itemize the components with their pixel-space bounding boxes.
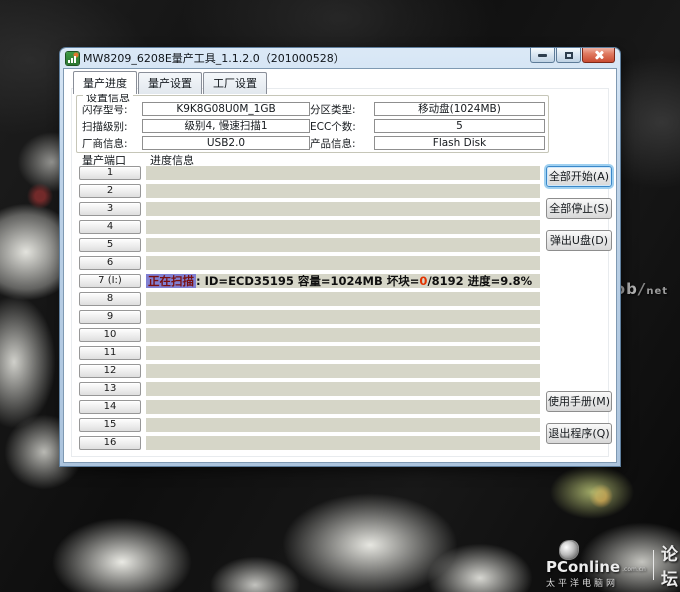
- user-manual-button[interactable]: 使用手册(M): [546, 391, 612, 412]
- progress-strip-6: [146, 256, 540, 270]
- client-area: 量产进度 量产设置 工厂设置 设置信息 闪存型号: K9K8G08U0M_1GB…: [63, 68, 617, 463]
- port-button-16[interactable]: 16: [79, 436, 141, 450]
- minimize-button[interactable]: [530, 48, 555, 63]
- tab-production-progress[interactable]: 量产进度: [73, 71, 137, 94]
- status-bad-blocks-value: 0: [419, 274, 427, 288]
- port-group-1: 1 2 3 4: [79, 166, 141, 234]
- flash-model-value: K9K8G08U0M_1GB: [142, 102, 310, 116]
- maximize-button[interactable]: [556, 48, 581, 63]
- port-group-2: 5 6 7 (I:) 8: [79, 238, 141, 306]
- close-icon: [594, 50, 604, 60]
- port-button-11[interactable]: 11: [79, 346, 141, 360]
- progress-strip-4: [146, 220, 540, 234]
- maximize-icon: [565, 52, 573, 59]
- vendor-info-label: 厂商信息:: [82, 136, 142, 151]
- partition-type-value: 移动盘(1024MB): [374, 102, 545, 116]
- vendor-info-value: USB2.0: [142, 136, 310, 150]
- pconline-globe-icon: [560, 541, 578, 559]
- port-button-14[interactable]: 14: [79, 400, 141, 414]
- pconline-brand: PConline: [546, 560, 620, 574]
- port-button-15[interactable]: 15: [79, 418, 141, 432]
- pconline-forum-label: 论坛: [661, 540, 680, 590]
- progress-strip-9: [146, 310, 540, 324]
- pconline-brand-suffix: .com.cn: [622, 566, 646, 574]
- start-all-button[interactable]: 全部开始(A): [546, 166, 612, 187]
- app-window: MW8209_6208E量产工具_1.1.2.0（201000528） 量产进度…: [60, 48, 620, 466]
- titlebar[interactable]: MW8209_6208E量产工具_1.1.2.0（201000528）: [60, 48, 620, 68]
- port-button-8[interactable]: 8: [79, 292, 141, 306]
- pconline-divider: [653, 550, 654, 580]
- scan-level-value: 级别4, 慢速扫描1: [142, 119, 310, 133]
- status-state-badge: 正在扫描: [146, 274, 196, 288]
- watermark-haob-separator: /: [639, 280, 645, 298]
- stop-all-button[interactable]: 全部停止(S): [546, 198, 612, 219]
- port-button-2[interactable]: 2: [79, 184, 141, 198]
- progress-strip-13: [146, 382, 540, 396]
- scan-level-label: 扫描级别:: [82, 119, 142, 134]
- port-button-4[interactable]: 4: [79, 220, 141, 234]
- watermark-haob-suffix: net: [646, 286, 668, 297]
- tab-factory-settings[interactable]: 工厂设置: [203, 72, 267, 94]
- progress-strip-7: 正在扫描: ID=ECD35195 容量=1024MB 坏块=0/8192 进度…: [146, 274, 540, 288]
- port-button-12[interactable]: 12: [79, 364, 141, 378]
- settings-grid: 闪存型号: K9K8G08U0M_1GB 分区类型: 移动盘(1024MB) 扫…: [77, 96, 548, 150]
- port-button-1[interactable]: 1: [79, 166, 141, 180]
- settings-groupbox: 设置信息 闪存型号: K9K8G08U0M_1GB 分区类型: 移动盘(1024…: [76, 95, 549, 153]
- product-info-label: 产品信息:: [310, 136, 374, 151]
- app-icon: [66, 52, 79, 65]
- tab-strip: 量产进度 量产设置 工厂设置: [73, 71, 268, 94]
- progress-strip-1: [146, 166, 540, 180]
- strip-group-2: 正在扫描: ID=ECD35195 容量=1024MB 坏块=0/8192 进度…: [146, 238, 540, 306]
- progress-strip-16: [146, 436, 540, 450]
- watermark-pconline: PConline .com.cn 太平洋电脑网 论坛: [546, 540, 680, 590]
- progress-strip-14: [146, 400, 540, 414]
- strip-group-3: [146, 310, 540, 378]
- port-button-3[interactable]: 3: [79, 202, 141, 216]
- close-button[interactable]: [582, 48, 615, 63]
- exit-program-button[interactable]: 退出程序(Q): [546, 423, 612, 444]
- port-group-3: 9 10 11 12: [79, 310, 141, 378]
- progress-strip-2: [146, 184, 540, 198]
- ecc-count-value: 5: [374, 119, 545, 133]
- port-group-4: 13 14 15 16: [79, 382, 141, 450]
- tab-production-settings[interactable]: 量产设置: [138, 72, 202, 94]
- window-title: MW8209_6208E量产工具_1.1.2.0（201000528）: [83, 50, 345, 66]
- progress-strip-10: [146, 328, 540, 342]
- status-detail-text: : ID=ECD35195 容量=1024MB 坏块=: [196, 274, 419, 288]
- port-button-6[interactable]: 6: [79, 256, 141, 270]
- port-button-5[interactable]: 5: [79, 238, 141, 252]
- strip-group-1: [146, 166, 540, 234]
- minimize-icon: [538, 54, 547, 57]
- port-button-list: 1 2 3 4 5 6 7 (I:) 8 9 10 11 12 13 14 15: [79, 166, 141, 454]
- port-button-10[interactable]: 10: [79, 328, 141, 342]
- strip-group-4: [146, 382, 540, 450]
- partition-type-label: 分区类型:: [310, 102, 374, 117]
- eject-usb-button[interactable]: 弹出U盘(D): [546, 230, 612, 251]
- pconline-logo: PConline .com.cn 太平洋电脑网: [546, 541, 646, 589]
- progress-strip-11: [146, 346, 540, 360]
- ecc-count-label: ECC个数:: [310, 119, 374, 134]
- port-button-13[interactable]: 13: [79, 382, 141, 396]
- progress-strip-list: 正在扫描: ID=ECD35195 容量=1024MB 坏块=0/8192 进度…: [146, 166, 540, 454]
- port-button-9[interactable]: 9: [79, 310, 141, 324]
- progress-strip-8: [146, 292, 540, 306]
- window-controls: [529, 48, 615, 63]
- progress-strip-3: [146, 202, 540, 216]
- progress-strip-5: [146, 238, 540, 252]
- progress-strip-12: [146, 364, 540, 378]
- port-button-7[interactable]: 7 (I:): [79, 274, 141, 288]
- pconline-site-name: 太平洋电脑网: [546, 576, 618, 589]
- progress-strip-15: [146, 418, 540, 432]
- product-info-value: Flash Disk: [374, 136, 545, 150]
- status-tail-text: /8192 进度=9.8%: [427, 274, 532, 288]
